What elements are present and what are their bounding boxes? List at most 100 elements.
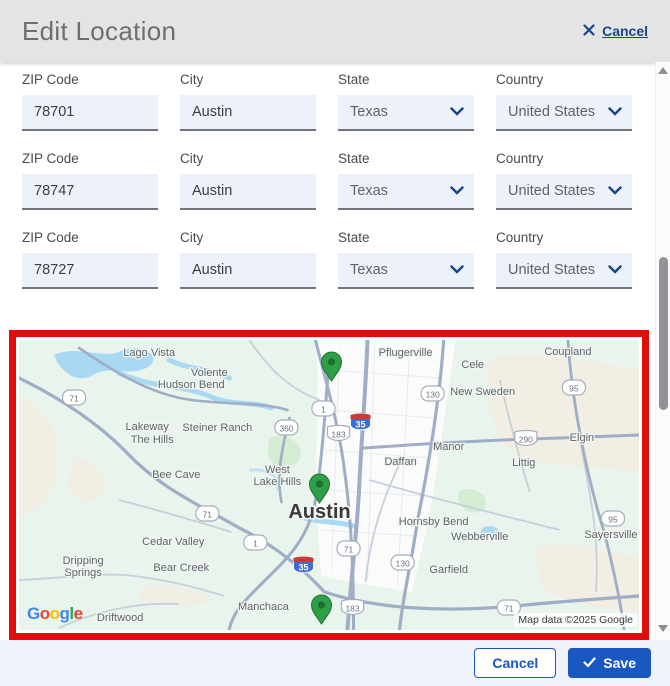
zip-input[interactable]: [22, 95, 158, 131]
map-town-label: Sayersville: [584, 529, 637, 541]
scroll-down-arrow-icon[interactable]: [658, 625, 668, 632]
state-select[interactable]: Texas: [338, 95, 474, 131]
map-town-label: Volente: [191, 367, 228, 379]
svg-text:95: 95: [608, 515, 618, 525]
map-town-label: Bee Cave: [152, 469, 200, 481]
svg-text:130: 130: [426, 390, 440, 400]
map-town-label: Steiner Ranch: [182, 422, 252, 434]
svg-text:130: 130: [396, 559, 410, 569]
map-highlight-border: 71 360 1 183 35 130 95 290 71 1 35 71 130 183 71 95 Lago…: [9, 330, 649, 640]
svg-text:71: 71: [504, 604, 514, 614]
map-town-label: Lakeway: [125, 421, 169, 433]
city-label: City: [180, 230, 204, 245]
zip-label: ZIP Code: [22, 151, 79, 166]
map-town-label: Springs: [64, 567, 102, 579]
state-label: State: [338, 230, 370, 245]
chevron-down-icon: [450, 262, 464, 278]
country-label: Country: [496, 72, 544, 87]
zip-label: ZIP Code: [22, 72, 79, 87]
state-label: State: [338, 151, 370, 166]
map-town-label: Driftwood: [97, 612, 144, 624]
save-button[interactable]: Save: [568, 648, 651, 678]
zip-label: ZIP Code: [22, 230, 79, 245]
highway-shield: 130: [420, 385, 445, 402]
map-town-label: Littig: [512, 457, 535, 469]
map-town-label: Hornsby Bend: [399, 516, 469, 528]
google-logo[interactable]: Google: [27, 604, 83, 624]
chevron-down-icon: [450, 183, 464, 199]
country-select[interactable]: United States: [496, 253, 632, 289]
map-town-label: Cele: [461, 359, 484, 371]
map-town-label: The Hills: [131, 434, 174, 446]
svg-text:71: 71: [69, 394, 79, 404]
highway-shield: 71: [336, 540, 361, 557]
highway-shield: 130: [390, 554, 415, 571]
country-select[interactable]: United States: [496, 95, 632, 131]
map-town-label: Lago Vista: [123, 347, 176, 359]
svg-text:35: 35: [298, 563, 308, 573]
location-row: ZIP Code City State Texas Country United…: [0, 72, 655, 131]
map-marker[interactable]: [310, 594, 333, 625]
scroll-up-arrow-icon[interactable]: [658, 67, 668, 74]
scrollbar-thumb[interactable]: [659, 257, 668, 410]
map-town-label: West: [265, 464, 290, 476]
svg-text:183: 183: [331, 430, 345, 440]
location-row: ZIP Code City State Texas Country United…: [0, 151, 655, 210]
dialog-header: Edit Location Cancel: [0, 0, 670, 62]
svg-text:71: 71: [344, 545, 354, 555]
map-town-label: Manchaca: [238, 601, 290, 613]
city-label: City: [180, 72, 204, 87]
svg-text:290: 290: [519, 435, 533, 445]
map-town-label: Bear Creek: [153, 562, 209, 574]
highway-shield: 183: [340, 598, 365, 616]
map-town-label: Dripping: [63, 555, 104, 567]
svg-text:360: 360: [279, 424, 293, 434]
map-town-label: Lake Hills: [254, 476, 302, 488]
highway-shield: 71: [61, 389, 87, 406]
country-select[interactable]: United States: [496, 174, 632, 210]
map-town-label: Elgin: [570, 432, 594, 444]
highway-shield: 95: [561, 379, 587, 396]
highway-shield: 290: [514, 429, 538, 447]
city-input[interactable]: [180, 95, 316, 131]
map-town-label: Webberville: [451, 531, 508, 543]
chevron-down-icon: [450, 104, 464, 120]
state-label: State: [338, 72, 370, 87]
state-select[interactable]: Texas: [338, 253, 474, 289]
map-town-label: Coupland: [544, 346, 591, 358]
chevron-down-icon: [608, 262, 622, 278]
zip-input[interactable]: [22, 174, 158, 210]
map-town-label: Daffan: [384, 456, 416, 468]
map-town-label: Hudson Bend: [158, 379, 225, 391]
dialog-footer: Cancel Save: [0, 640, 670, 686]
close-icon: [583, 23, 595, 39]
map-town-label: New Sweden: [450, 386, 515, 398]
highway-shield: 360: [274, 419, 299, 436]
highway-shield: 35: [292, 556, 314, 574]
svg-text:71: 71: [203, 510, 213, 520]
map-town-label: Cedar Valley: [142, 536, 205, 548]
zip-input[interactable]: [22, 253, 158, 289]
header-cancel-label: Cancel: [602, 23, 648, 39]
chevron-down-icon: [608, 104, 622, 120]
state-select[interactable]: Texas: [338, 174, 474, 210]
highway-shield: 1: [311, 400, 336, 417]
svg-text:95: 95: [569, 384, 579, 394]
map-town-label: Pflugerville: [379, 347, 433, 359]
highway-shield: 183: [326, 424, 351, 442]
check-icon: [583, 655, 596, 671]
chevron-down-icon: [608, 183, 622, 199]
city-input[interactable]: [180, 174, 316, 210]
vertical-scrollbar[interactable]: [655, 62, 670, 640]
google-map[interactable]: 71 360 1 183 35 130 95 290 71 1 35 71 130 183 71 95 Lago…: [19, 340, 639, 630]
location-form: ZIP Code City State Texas Country United…: [0, 62, 655, 309]
city-input[interactable]: [180, 253, 316, 289]
country-label: Country: [496, 230, 544, 245]
edit-location-dialog: Edit Location Cancel ZIP Code City State…: [0, 0, 670, 686]
svg-text:1: 1: [253, 539, 258, 549]
header-cancel-link[interactable]: Cancel: [583, 23, 648, 39]
highway-shield: 35: [350, 413, 372, 431]
cancel-button[interactable]: Cancel: [474, 648, 557, 678]
highway-shield: 71: [195, 505, 220, 522]
city-label: City: [180, 151, 204, 166]
